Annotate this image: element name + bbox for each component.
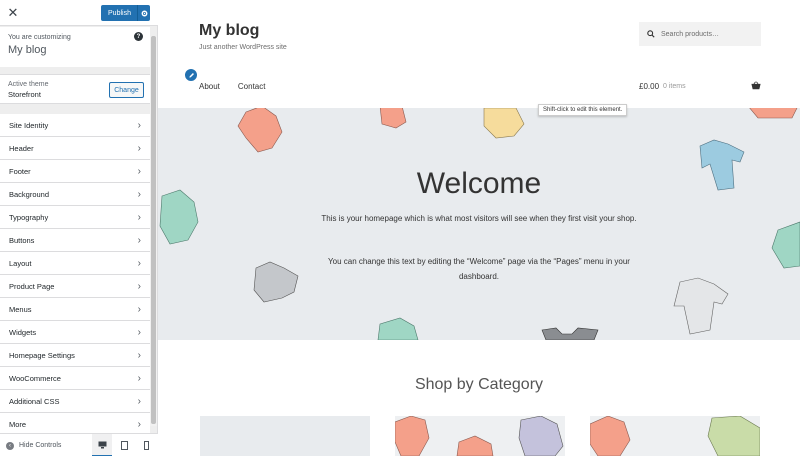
site-tagline: Just another WordPress site [199,44,287,51]
hero-title: Welcome [416,167,542,200]
chevron-right-icon: › [137,258,141,269]
chevron-right-icon: › [137,143,141,154]
section-label: Buttons [9,235,35,245]
chevron-right-icon: › [137,396,141,407]
sidebar-scrollbar[interactable] [150,36,157,426]
site-preview: My blog Just another WordPress site Sear… [158,0,800,456]
category-image [590,416,760,456]
section-label: Homepage Settings [9,350,75,360]
category-image [395,416,564,456]
edit-shortcut-button[interactable] [184,68,198,82]
chevron-right-icon: › [137,350,141,361]
section-label: Background [9,189,50,199]
customizer-info: You are customizing My blog ? [0,27,150,67]
section-label: WooCommerce [9,373,61,383]
close-icon[interactable]: ✕ [0,0,26,26]
nav-link-about[interactable]: About [199,82,220,91]
sidebar-scroll-thumb[interactable] [151,36,156,424]
nav-link-contact[interactable]: Contact [238,82,266,91]
customizer-sections-list: Site Identity › Header › Footer › Backgroun… [0,114,150,436]
section-label: Footer [9,166,31,176]
desktop-preview-button[interactable] [92,434,112,456]
site-title[interactable]: My blog [199,22,259,40]
section-label: Header [9,143,34,153]
mobile-preview-button[interactable] [136,434,156,456]
customizer-header: ✕ Publish [0,0,158,26]
mobile-icon [143,441,149,450]
category-card[interactable] [200,416,370,456]
category-card[interactable] [590,416,760,456]
publish-button[interactable]: Publish [101,5,138,21]
section-label: Layout [9,258,32,268]
search-icon [647,30,655,38]
section-footer[interactable]: Footer › [0,160,150,183]
hero-paragraph: This is your homepage which is what most… [321,214,637,223]
hero-paragraph: You can change this text by editing the … [328,257,630,281]
search-placeholder: Search products… [661,30,719,38]
section-background[interactable]: Background › [0,183,150,206]
chevron-right-icon: › [137,281,141,292]
chevron-right-icon: › [137,120,141,131]
section-label: Site Identity [9,120,49,130]
section-label: Typography [9,212,49,222]
change-theme-button[interactable]: Change [109,82,144,98]
section-buttons[interactable]: Buttons › [0,229,150,252]
hide-controls-label: Hide Controls [19,442,62,449]
cart-count: 0 items [663,83,686,90]
section-product-page[interactable]: Product Page › [0,275,150,298]
customizer-footer: ‹ Hide Controls [0,433,158,456]
edit-shortcut-tooltip: Shift-click to edit this element. [538,104,628,116]
active-theme-label: Active theme [8,81,49,88]
section-label: More [9,419,27,429]
cart-total: £0.00 [639,82,660,91]
customizing-blog-name: My blog [8,44,47,56]
section-label: Product Page [9,281,55,291]
section-label: Widgets [9,327,37,337]
section-site-identity[interactable]: Site Identity › [0,114,150,137]
active-theme-panel: Active theme Storefront Change [0,74,150,104]
chevron-right-icon: › [137,304,141,315]
section-header[interactable]: Header › [0,137,150,160]
product-search-field[interactable]: Search products… [639,22,761,46]
tablet-preview-button[interactable] [114,434,134,456]
chevron-right-icon: › [137,166,141,177]
section-additional-css[interactable]: Additional CSS › [0,390,150,413]
pencil-icon [188,72,194,78]
publish-settings-button[interactable] [137,5,150,21]
chevron-right-icon: › [137,373,141,384]
basket-icon[interactable] [751,81,761,90]
tablet-icon [120,441,128,450]
desktop-icon [98,441,106,448]
section-label: Menus [9,304,32,314]
help-icon[interactable]: ? [134,32,143,41]
section-layout[interactable]: Layout › [0,252,150,275]
gear-icon [141,10,147,16]
chevron-right-icon: › [137,235,141,246]
section-typography[interactable]: Typography › [0,206,150,229]
primary-nav: About Contact [199,82,265,91]
chevron-right-icon: › [137,189,141,200]
section-woocommerce[interactable]: WooCommerce › [0,367,150,390]
section-homepage-settings[interactable]: Homepage Settings › [0,344,150,367]
hero-section: Welcome This is your homepage which is w… [158,108,800,340]
chevron-right-icon: › [137,212,141,223]
category-card[interactable] [395,416,565,456]
section-label: Additional CSS [9,396,60,406]
section-menus[interactable]: Menus › [0,298,150,321]
active-theme-name: Storefront [8,90,41,99]
section-widgets[interactable]: Widgets › [0,321,150,344]
cart-summary[interactable]: £0.00 0 items [639,82,686,91]
chevron-right-icon: › [137,327,141,338]
shop-by-category-title: Shop by Category [414,376,544,393]
hide-controls-button[interactable]: ‹ Hide Controls [6,434,61,456]
collapse-icon: ‹ [6,441,14,450]
customizing-label: You are customizing [8,34,71,41]
customizer-sidebar: ✕ Publish You are customizing My blog ? … [0,0,158,456]
